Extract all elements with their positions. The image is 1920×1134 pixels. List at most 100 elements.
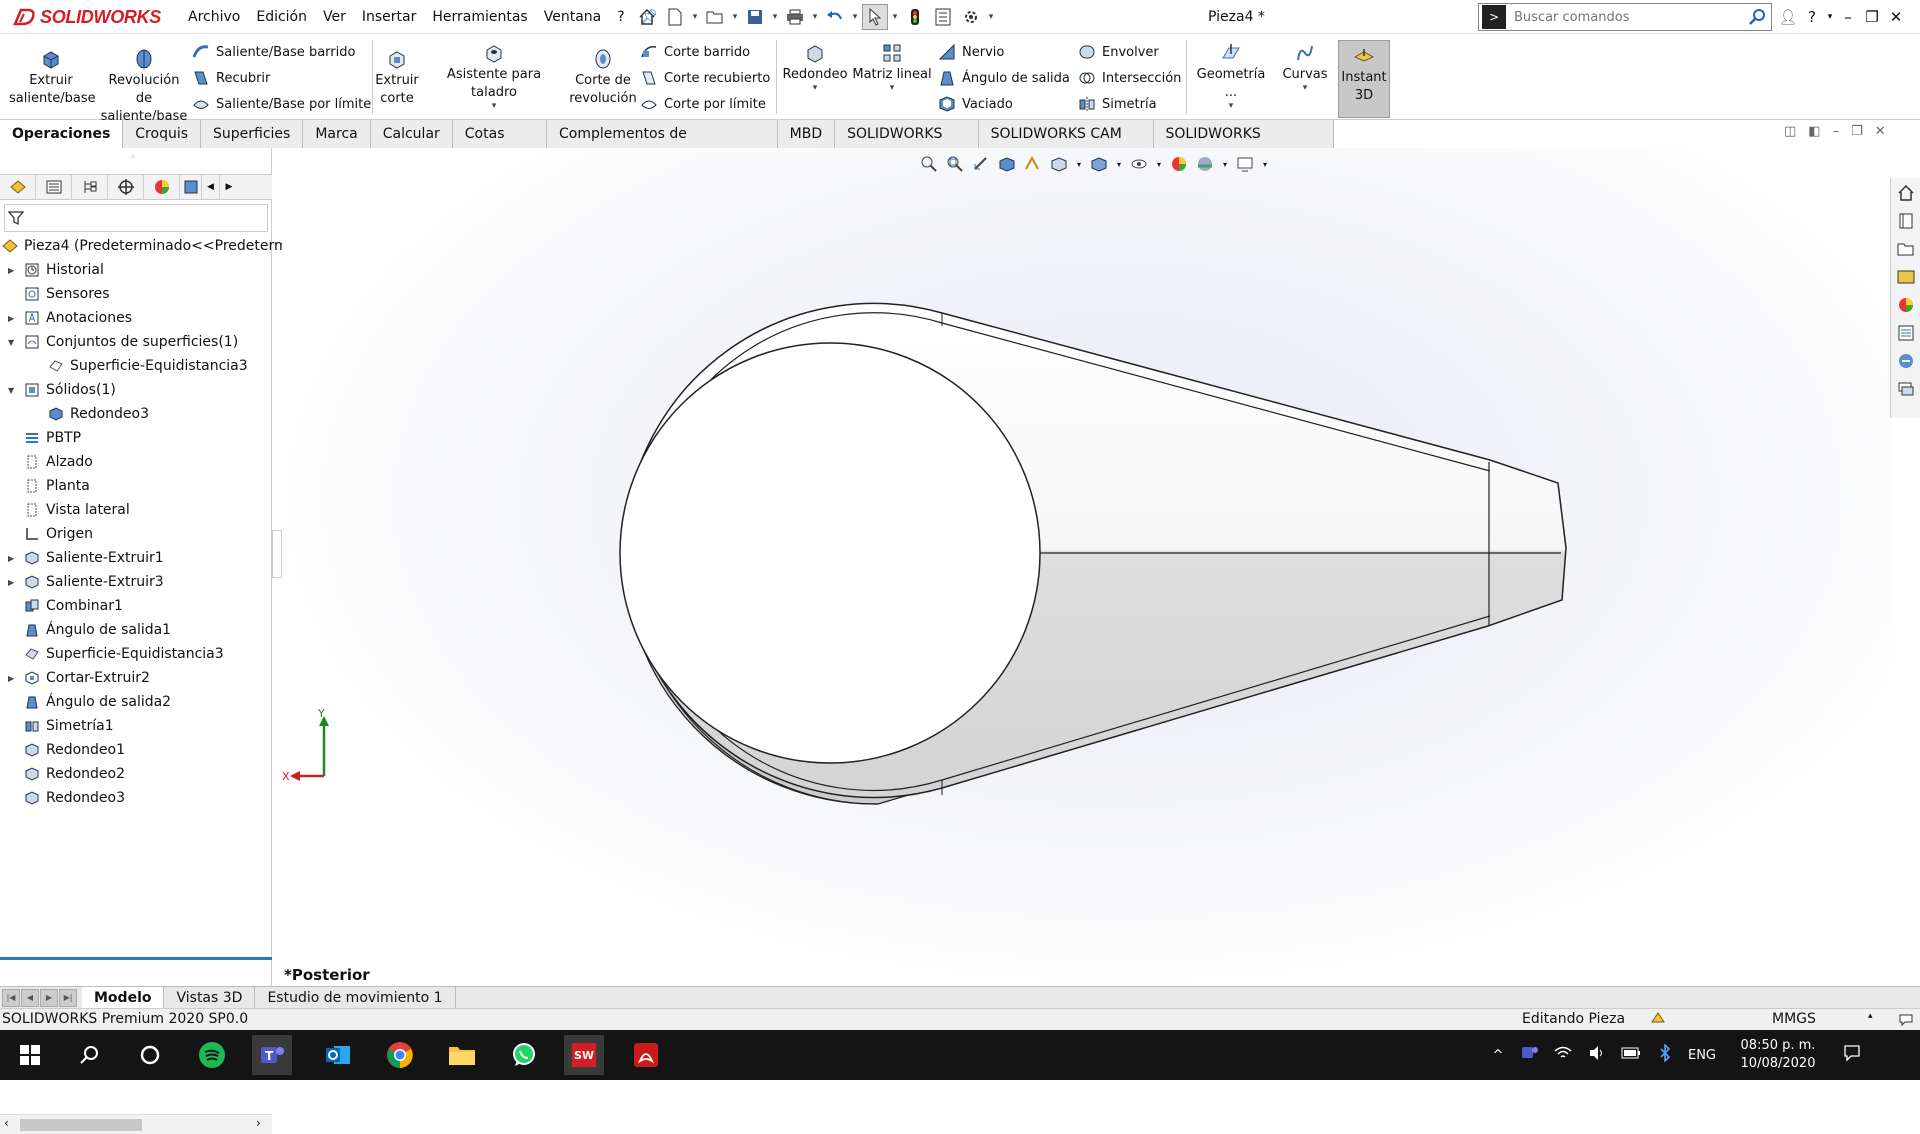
bluetooth-icon[interactable] bbox=[1648, 1043, 1682, 1066]
tree-item-alzado[interactable]: Alzado bbox=[24, 450, 93, 474]
tab-mbd[interactable]: MBD bbox=[777, 120, 836, 148]
clock[interactable]: 08:50 p. m. 10/08/2020 bbox=[1726, 1037, 1830, 1073]
edit-appearance-icon[interactable] bbox=[1168, 153, 1190, 175]
home-icon[interactable] bbox=[634, 4, 660, 30]
collapse-arrow-icon[interactable]: ▼ bbox=[8, 338, 14, 347]
menu-edicion[interactable]: Edición bbox=[248, 9, 315, 25]
new-document-icon[interactable] bbox=[662, 4, 688, 30]
prev-tab-icon[interactable]: ◀ bbox=[21, 988, 39, 1007]
panel-splitter-handle[interactable] bbox=[272, 530, 282, 578]
windows-start-icon[interactable] bbox=[10, 1035, 50, 1075]
rib-button[interactable]: Nervio bbox=[938, 40, 1004, 64]
search-taskbar-icon[interactable] bbox=[70, 1035, 110, 1075]
search-commands-box[interactable]: > bbox=[1478, 3, 1772, 31]
fillet-dropdown-icon[interactable]: ▾ bbox=[813, 84, 818, 93]
open-icon[interactable] bbox=[702, 4, 728, 30]
options-gear-icon[interactable] bbox=[958, 4, 984, 30]
scrollbar-thumb[interactable] bbox=[20, 1119, 142, 1131]
apply-scene-icon[interactable] bbox=[1194, 153, 1216, 175]
apply-scene-dropdown-icon[interactable]: ▾ bbox=[1220, 153, 1230, 175]
extrude-boss-button[interactable]: Extruir saliente/base bbox=[6, 48, 96, 108]
undo-icon[interactable] bbox=[822, 4, 848, 30]
tab-calcular[interactable]: Calcular bbox=[370, 120, 453, 148]
rebuild-icon[interactable] bbox=[902, 4, 928, 30]
unit-system-selector[interactable]: MMGS bbox=[1772, 1011, 1816, 1027]
undo-dropdown-icon[interactable]: ▾ bbox=[850, 4, 860, 30]
expand-arrow-icon[interactable]: ▶ bbox=[8, 674, 14, 683]
collapse-right-icon[interactable]: ◧ bbox=[1808, 124, 1820, 139]
tree-item-saliente-extruir1[interactable]: ▶ Saliente-Extruir1 bbox=[8, 546, 164, 570]
tab-operaciones[interactable]: Operaciones bbox=[0, 120, 124, 148]
select-icon[interactable] bbox=[862, 4, 888, 30]
tree-item-solid-redondeo3[interactable]: Redondeo3 bbox=[48, 402, 149, 426]
menu-ver[interactable]: Ver bbox=[315, 9, 354, 25]
graphics-area[interactable]: Y X bbox=[282, 148, 1890, 984]
tree-item-angulo-salida2[interactable]: Ángulo de salida2 bbox=[24, 690, 171, 714]
reference-geometry-dropdown-icon[interactable]: ▾ bbox=[1229, 102, 1234, 111]
hide-show-items-icon[interactable] bbox=[1128, 153, 1150, 175]
viewport-minimize-icon[interactable]: – bbox=[1833, 124, 1840, 139]
display-style-dropdown-icon[interactable]: ▾ bbox=[1114, 153, 1124, 175]
panel-grip-icon[interactable]: ◦ bbox=[130, 152, 136, 163]
acrobat-icon[interactable] bbox=[626, 1035, 666, 1075]
menu-herramientas[interactable]: Herramientas bbox=[424, 9, 535, 25]
linear-pattern-button[interactable]: Matriz lineal ▾ bbox=[852, 42, 932, 93]
viewport-restore-icon[interactable]: ❐ bbox=[1851, 124, 1863, 139]
first-tab-icon[interactable]: |◀ bbox=[2, 988, 20, 1007]
solidworks-logo[interactable]: SOLIDWORKS bbox=[12, 5, 161, 29]
expand-arrow-icon[interactable]: ▶ bbox=[8, 554, 14, 563]
tree-item-simetria1[interactable]: Simetría1 bbox=[24, 714, 114, 738]
tree-item-cortar-extruir2[interactable]: ▶ Cortar-Extruir2 bbox=[8, 666, 150, 690]
revolve-boss-button[interactable]: Revolución de saliente/base bbox=[98, 48, 190, 126]
curves-dropdown-icon[interactable]: ▾ bbox=[1303, 84, 1308, 93]
scroll-right-icon[interactable]: › bbox=[256, 1116, 261, 1130]
search-icon[interactable] bbox=[1745, 5, 1771, 29]
tab-cotas-mbd[interactable]: Cotas MBD bbox=[452, 120, 548, 170]
expand-arrow-icon[interactable]: ▶ bbox=[8, 266, 14, 275]
print-dropdown-icon[interactable]: ▾ bbox=[810, 4, 820, 30]
design-library-icon[interactable] bbox=[1893, 208, 1919, 234]
view-palette-icon[interactable] bbox=[1893, 264, 1919, 290]
tab-marca[interactable]: Marca bbox=[303, 120, 371, 148]
tab-solidworks-inspection[interactable]: SOLIDWORKS Inspection bbox=[1153, 120, 1334, 170]
appearances-icon[interactable] bbox=[1893, 292, 1919, 318]
tree-item-planta[interactable]: Planta bbox=[24, 474, 90, 498]
boundary-cut-button[interactable]: Corte por límite bbox=[640, 92, 766, 116]
whatsapp-icon[interactable] bbox=[504, 1035, 544, 1075]
menu-ventana[interactable]: Ventana bbox=[536, 9, 610, 25]
viewport-close-icon[interactable]: ✕ bbox=[1875, 124, 1886, 139]
show-hidden-icons-icon[interactable]: ^ bbox=[1484, 1048, 1512, 1063]
configuration-manager-tab-icon[interactable] bbox=[72, 175, 108, 199]
feature-manager-tab-icon[interactable] bbox=[0, 175, 36, 199]
tree-item-superficie-equidistancia3[interactable]: Superficie-Equidistancia3 bbox=[24, 642, 224, 666]
tab-complementos[interactable]: Complementos de SOLIDWORKS bbox=[547, 120, 778, 170]
open-dropdown-icon[interactable]: ▾ bbox=[730, 4, 740, 30]
menu-help[interactable]: ? bbox=[609, 9, 632, 25]
display-style-icon[interactable] bbox=[1088, 153, 1110, 175]
tree-item-combinar1[interactable]: Combinar1 bbox=[24, 594, 123, 618]
view-orientation-dropdown-icon[interactable]: ▾ bbox=[1074, 153, 1084, 175]
linear-pattern-dropdown-icon[interactable]: ▾ bbox=[890, 84, 895, 93]
swept-boss-button[interactable]: Saliente/Base barrido bbox=[192, 40, 355, 64]
last-tab-icon[interactable]: ▶| bbox=[59, 988, 77, 1007]
hole-wizard-button[interactable]: Asistente para taladro ▾ bbox=[424, 42, 564, 111]
curves-button[interactable]: Curvas ▾ bbox=[1278, 42, 1332, 93]
instant3d-button[interactable]: Instant 3D bbox=[1338, 40, 1390, 118]
battery-icon[interactable] bbox=[1614, 1047, 1648, 1063]
zoom-to-area-icon[interactable] bbox=[944, 153, 966, 175]
zoom-to-fit-icon[interactable] bbox=[918, 153, 940, 175]
tree-item-sensores[interactable]: Sensores bbox=[24, 282, 110, 306]
fillet-button[interactable]: Redondeo ▾ bbox=[780, 42, 850, 93]
dynamic-annotation-icon[interactable] bbox=[1022, 153, 1044, 175]
wifi-icon[interactable] bbox=[1546, 1045, 1580, 1065]
volume-icon[interactable] bbox=[1580, 1045, 1614, 1065]
tab-estudio-movimiento[interactable]: Estudio de movimiento 1 bbox=[255, 986, 456, 1009]
tree-item-pbtp[interactable]: PBTP bbox=[24, 426, 81, 450]
teams-icon[interactable]: T bbox=[252, 1035, 292, 1075]
hole-wizard-dropdown-icon[interactable]: ▾ bbox=[492, 102, 497, 111]
action-center-icon[interactable] bbox=[1830, 1044, 1874, 1066]
select-dropdown-icon[interactable]: ▾ bbox=[890, 4, 900, 30]
cam-tab-icon[interactable] bbox=[180, 175, 202, 199]
save-icon[interactable] bbox=[742, 4, 768, 30]
file-explorer-taskbar-icon[interactable] bbox=[442, 1035, 482, 1075]
